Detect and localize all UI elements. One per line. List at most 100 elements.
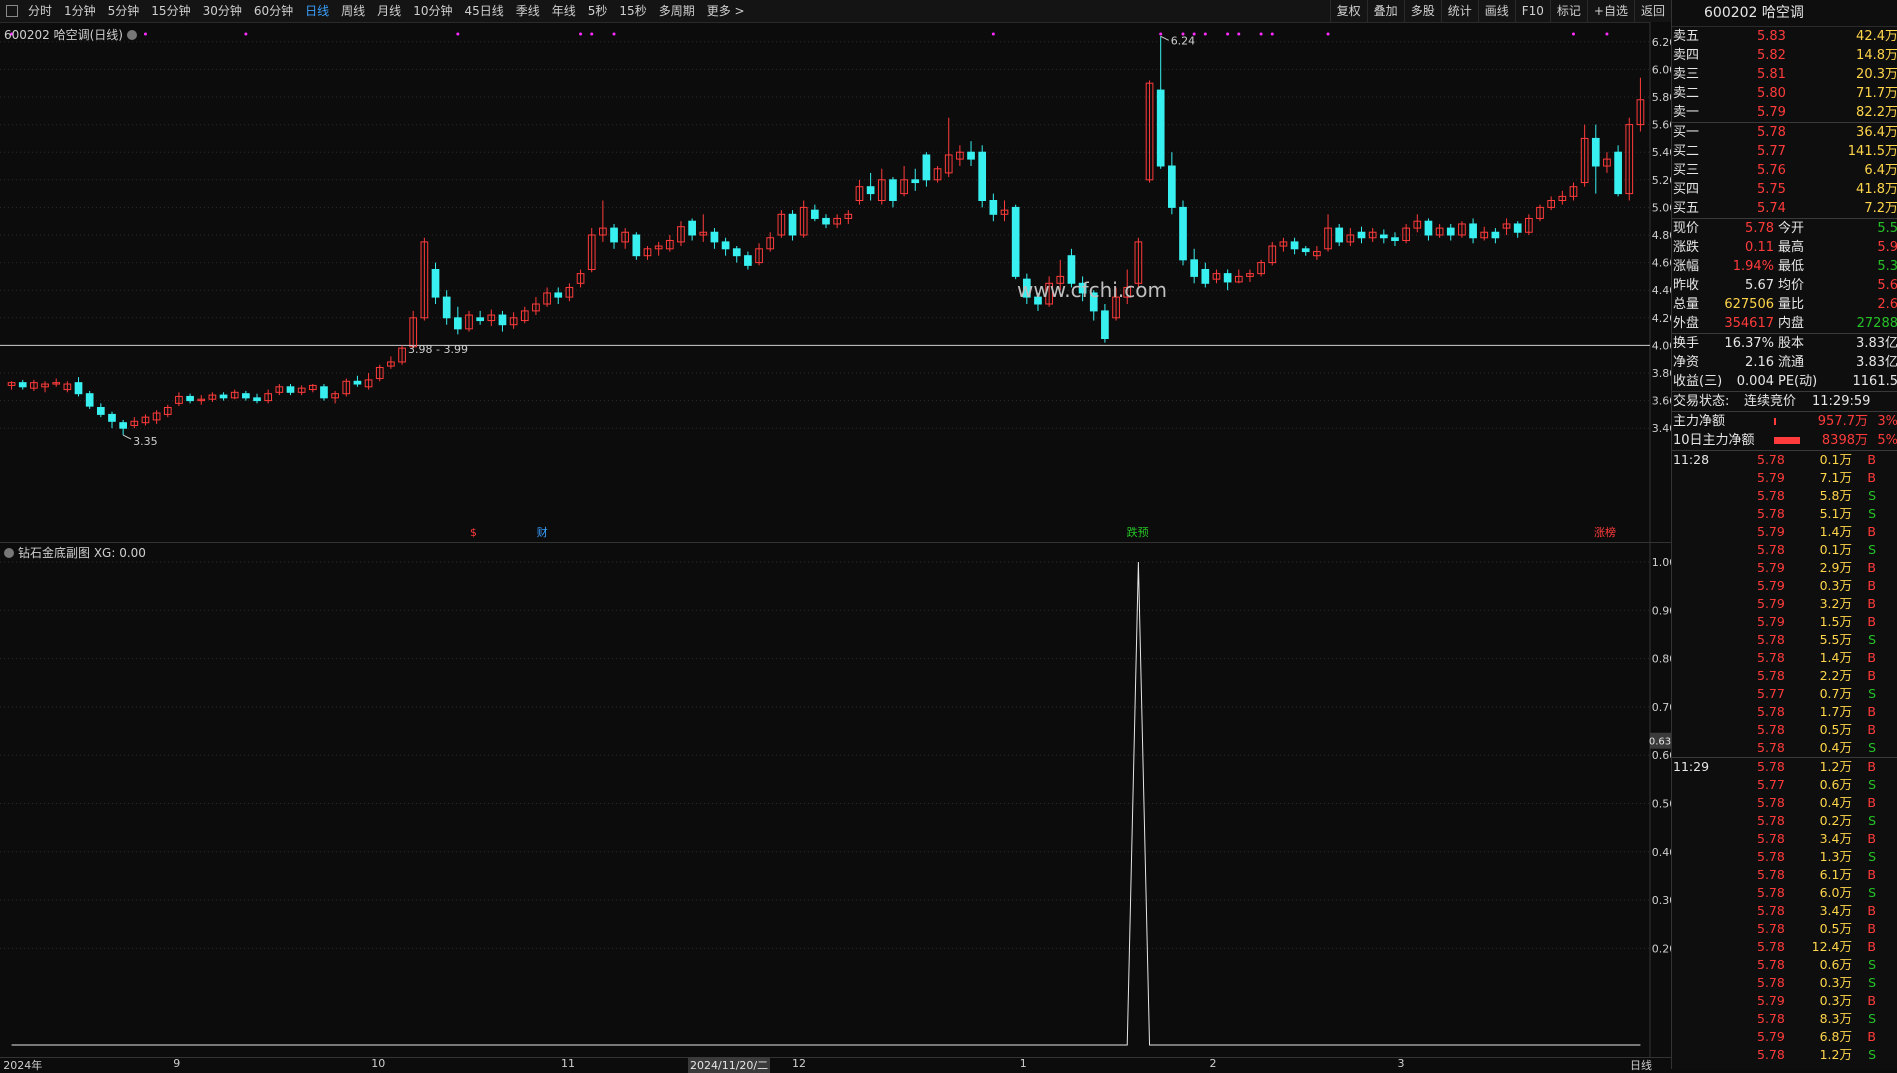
candle-body: [890, 180, 897, 201]
tick-side: S: [1868, 956, 1876, 974]
period-corner-label[interactable]: 日线: [1630, 1057, 1652, 1073]
main-net10-value: 8398万: [1822, 431, 1868, 450]
tick-side: B: [1867, 703, 1876, 721]
price-tick-label: 4.20: [1652, 312, 1671, 325]
tick-row: 5.781.3万S: [1672, 848, 1897, 866]
candle-body: [1380, 235, 1387, 238]
order-book-row[interactable]: 买四5.7541.8万: [1672, 180, 1897, 199]
tick-row: 5.788.3万S: [1672, 1010, 1897, 1028]
period-tab[interactable]: 季线: [510, 0, 546, 22]
candle-body: [477, 318, 484, 321]
period-tab[interactable]: 60分钟: [248, 0, 299, 22]
candle-body: [811, 210, 818, 218]
stat-label: 均价: [1778, 276, 1804, 295]
period-tab[interactable]: 5秒: [582, 0, 614, 22]
main-net10-row[interactable]: 10日主力净额8398万5%: [1672, 431, 1897, 450]
order-book-row[interactable]: 卖一5.7982.2万: [1672, 103, 1897, 122]
candle-body: [499, 315, 506, 325]
order-book-row[interactable]: 卖四5.8214.8万: [1672, 46, 1897, 65]
tick-volume: 1.7万: [1820, 703, 1852, 721]
indicator-title-text: 钻石金底副图 XG: 0.00: [18, 544, 146, 561]
period-tab[interactable]: 更多 >: [701, 0, 751, 22]
order-book-row[interactable]: 卖三5.8120.3万: [1672, 65, 1897, 84]
toolbar-button[interactable]: 叠加: [1367, 0, 1404, 22]
tick-price: 5.78: [1757, 794, 1785, 812]
toolbar-button[interactable]: F10: [1515, 0, 1550, 22]
period-tab[interactable]: 年线: [546, 0, 582, 22]
panel-toggle-icon[interactable]: [6, 5, 18, 17]
kline-chart[interactable]: 6.206.005.805.605.405.205.004.804.604.40…: [0, 22, 1671, 542]
period-tab[interactable]: 日线: [299, 0, 335, 22]
order-book-row[interactable]: 买三5.766.4万: [1672, 161, 1897, 180]
candle-body: [1224, 274, 1231, 282]
tick-volume: 0.6万: [1820, 776, 1852, 794]
toolbar-button[interactable]: 标记: [1550, 0, 1587, 22]
period-tab[interactable]: 周线: [335, 0, 371, 22]
signal-dot: [144, 33, 147, 36]
candle-body: [923, 155, 930, 180]
order-book-row[interactable]: 买二5.77141.5万: [1672, 142, 1897, 161]
order-book-row[interactable]: 卖五5.8342.4万: [1672, 27, 1897, 46]
settings-circle-icon[interactable]: [127, 30, 137, 40]
event-marker[interactable]: 财: [537, 525, 548, 539]
tick-volume: 0.4万: [1820, 739, 1852, 757]
tick-side: S: [1868, 685, 1876, 703]
toolbar-button[interactable]: 多股: [1404, 0, 1441, 22]
order-book-row[interactable]: 买五5.747.2万: [1672, 199, 1897, 218]
period-tab[interactable]: 月线: [371, 0, 407, 22]
event-marker[interactable]: 涨榜: [1594, 525, 1616, 539]
candle-body: [1392, 238, 1399, 241]
stat-row: 总量627506量比2.6: [1672, 295, 1897, 314]
tick-row: 5.792.9万B: [1672, 559, 1897, 577]
indicator-menu-icon[interactable]: [4, 548, 14, 558]
indicator-chart[interactable]: 1.000.900.800.700.600.500.400.300.200.63: [0, 542, 1671, 1057]
period-tab[interactable]: 45日线: [458, 0, 509, 22]
period-tab[interactable]: 15分钟: [145, 0, 196, 22]
event-marker[interactable]: 跌预: [1127, 525, 1149, 539]
quote-panel: 600202 哈空调 卖五5.8342.4万卖四5.8214.8万卖三5.812…: [1671, 0, 1897, 1069]
stat-label: 流通: [1778, 353, 1804, 372]
indicator-tick-label: 0.80: [1652, 653, 1671, 666]
tick-price: 5.79: [1757, 559, 1785, 577]
toolbar-button[interactable]: 复权: [1330, 0, 1367, 22]
toolbar-button[interactable]: +自选: [1587, 0, 1634, 22]
order-book-row[interactable]: 卖二5.8071.7万: [1672, 84, 1897, 103]
candle-body: [321, 387, 328, 398]
period-tab[interactable]: 1分钟: [58, 0, 102, 22]
candle-body: [1615, 152, 1622, 193]
level-price: 5.77: [1757, 142, 1786, 161]
tick-side: B: [1867, 559, 1876, 577]
tick-time: 11:28: [1673, 451, 1709, 469]
period-tab[interactable]: 10分钟: [407, 0, 458, 22]
high-label: 6.24: [1171, 34, 1196, 47]
tick-row: 5.786.0万S: [1672, 884, 1897, 902]
tick-volume: 7.1万: [1820, 469, 1852, 487]
main-net-row[interactable]: 主力净额957.7万3%: [1672, 412, 1897, 431]
period-tab[interactable]: 多周期: [653, 0, 701, 22]
toolbar-button[interactable]: 返回: [1634, 0, 1671, 22]
tick-volume: 0.1万: [1820, 451, 1852, 469]
candle-body: [1447, 228, 1454, 235]
tick-row: 5.780.5万B: [1672, 920, 1897, 938]
tick-side: S: [1868, 884, 1876, 902]
order-book-row[interactable]: 买一5.7836.4万: [1672, 123, 1897, 142]
signal-dot: [1226, 33, 1229, 36]
candle-body: [1012, 207, 1019, 276]
event-marker[interactable]: $: [470, 526, 477, 539]
tick-side: B: [1867, 794, 1876, 812]
stat-value: 354617: [1724, 314, 1774, 333]
tick-side: B: [1867, 649, 1876, 667]
tick-price: 5.78: [1757, 667, 1785, 685]
tick-volume: 2.2万: [1820, 667, 1852, 685]
period-tab[interactable]: 15秒: [613, 0, 652, 22]
tick-row: 5.785.8万S: [1672, 487, 1897, 505]
indicator-tick-label: 0.60: [1652, 749, 1671, 762]
toolbar-button[interactable]: 统计: [1441, 0, 1478, 22]
tick-volume: 3.4万: [1820, 830, 1852, 848]
period-tab[interactable]: 分时: [22, 0, 58, 22]
candle-body: [354, 381, 361, 384]
period-tab[interactable]: 5分钟: [102, 0, 146, 22]
toolbar-button[interactable]: 画线: [1478, 0, 1515, 22]
tick-side: B: [1867, 830, 1876, 848]
period-tab[interactable]: 30分钟: [197, 0, 248, 22]
